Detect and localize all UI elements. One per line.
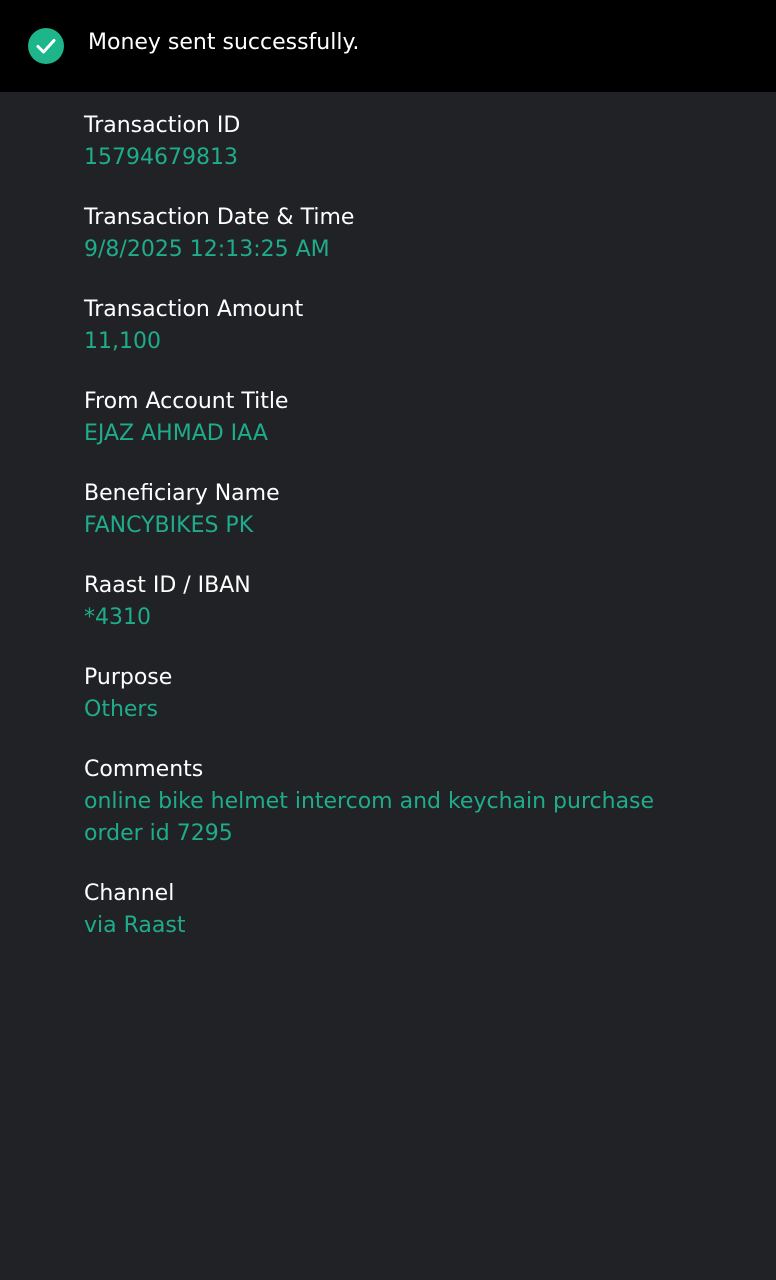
field-label: Comments <box>84 757 204 782</box>
success-message: Money sent successfully. <box>88 30 360 55</box>
field-value: online bike helmet intercom and keychain… <box>84 789 655 846</box>
transaction-details: Transaction ID 15794679813 Transaction D… <box>84 110 684 970</box>
field-label: Beneficiary Name <box>84 481 280 506</box>
field-value: 15794679813 <box>84 145 238 170</box>
field-channel: Channel via Raast <box>84 878 684 942</box>
field-value: FANCYBIKES PK <box>84 513 254 538</box>
field-label: Purpose <box>84 665 173 690</box>
field-transaction-id: Transaction ID 15794679813 <box>84 110 684 174</box>
field-label: Transaction Date & Time <box>84 205 355 230</box>
field-from-account-title: From Account Title EJAZ AHMAD IAA <box>84 386 684 450</box>
field-transaction-date-time: Transaction Date & Time 9/8/2025 12:13:2… <box>84 202 684 266</box>
field-label: Transaction ID <box>84 113 241 138</box>
check-circle-icon <box>28 28 64 64</box>
field-value: Others <box>84 697 158 722</box>
field-value: 11,100 <box>84 329 161 354</box>
field-value: via Raast <box>84 913 186 938</box>
field-value: *4310 <box>84 605 151 630</box>
field-label: Raast ID / IBAN <box>84 573 251 598</box>
field-beneficiary-name: Beneficiary Name FANCYBIKES PK <box>84 478 684 542</box>
field-value: 9/8/2025 12:13:25 AM <box>84 237 330 262</box>
field-label: From Account Title <box>84 389 289 414</box>
field-transaction-amount: Transaction Amount 11,100 <box>84 294 684 358</box>
success-banner: Money sent successfully. <box>0 0 776 92</box>
field-value: EJAZ AHMAD IAA <box>84 421 268 446</box>
field-purpose: Purpose Others <box>84 662 684 726</box>
field-comments: Comments online bike helmet intercom and… <box>84 754 684 850</box>
field-label: Transaction Amount <box>84 297 304 322</box>
field-label: Channel <box>84 881 175 906</box>
field-raast-id-iban: Raast ID / IBAN *4310 <box>84 570 684 634</box>
